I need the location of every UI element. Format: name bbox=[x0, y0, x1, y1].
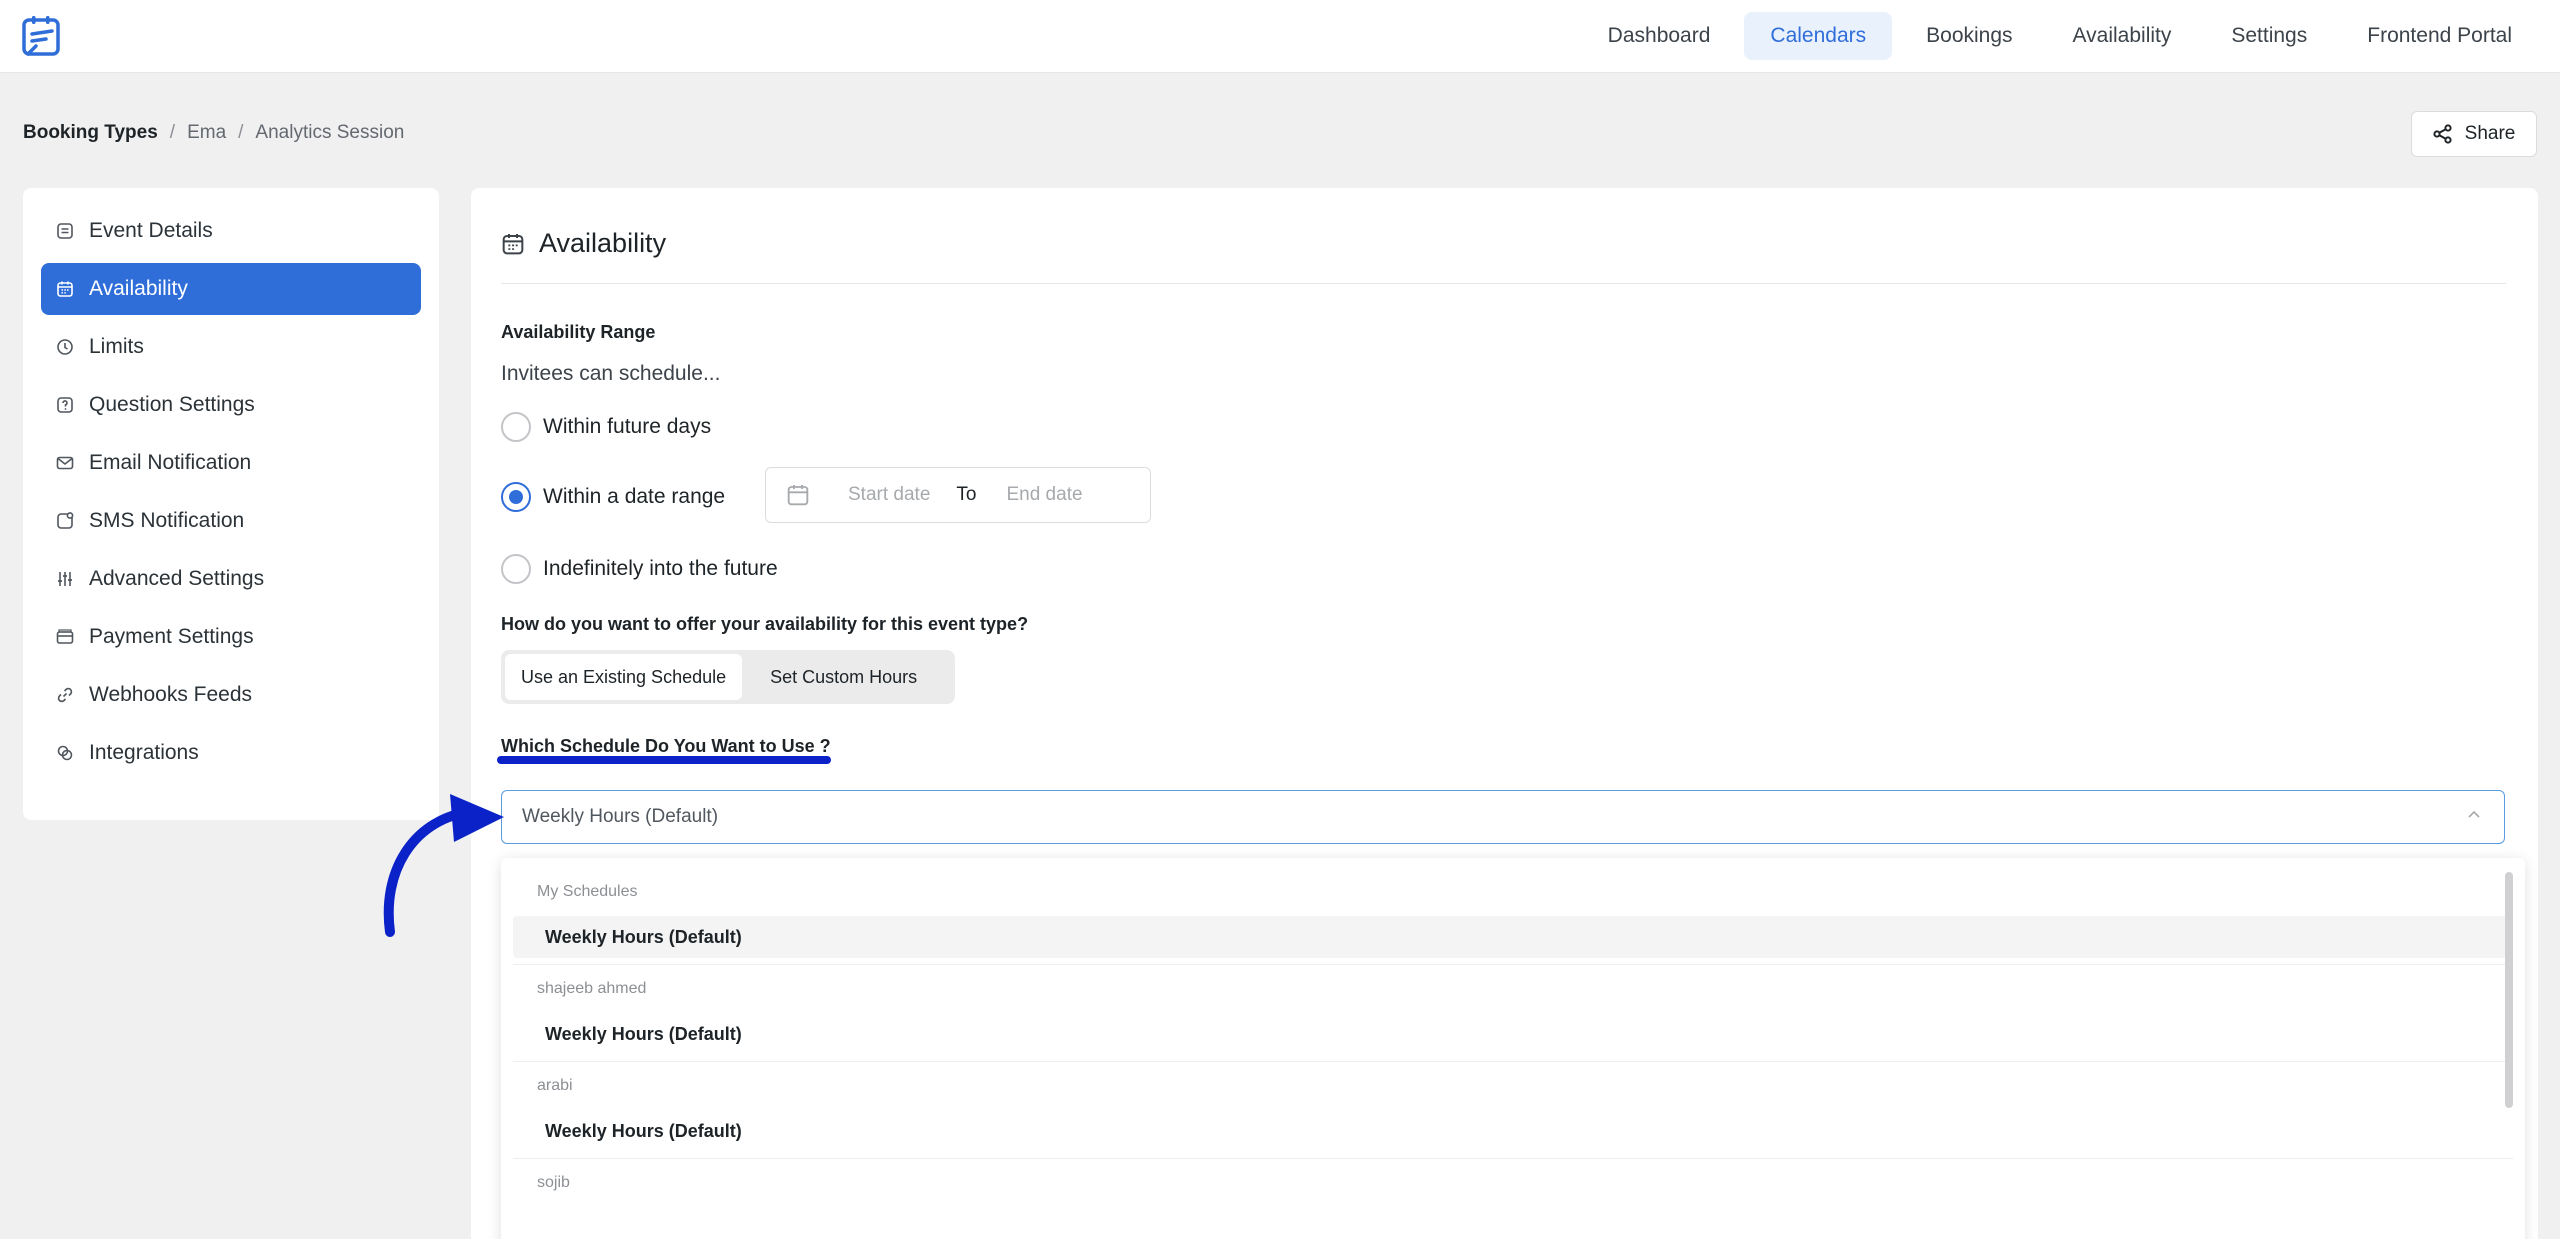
dropdown-scrollbar[interactable] bbox=[2505, 872, 2513, 1108]
nav-dashboard[interactable]: Dashboard bbox=[1582, 12, 1737, 60]
nav-settings[interactable]: Settings bbox=[2205, 12, 2333, 60]
schedule-select-value: Weekly Hours (Default) bbox=[522, 806, 719, 827]
sidebar-item-advanced-settings[interactable]: Advanced Settings bbox=[41, 553, 421, 605]
sliders-icon bbox=[55, 569, 75, 589]
sidebar-item-label: Email Notification bbox=[89, 451, 252, 474]
question-icon bbox=[55, 395, 75, 415]
share-button[interactable]: Share bbox=[2411, 111, 2537, 157]
sidebar-item-event-details[interactable]: Event Details bbox=[41, 205, 421, 257]
share-icon bbox=[2433, 124, 2452, 144]
set-custom-hours-button[interactable]: Set Custom Hours bbox=[742, 654, 933, 700]
sidebar-item-integrations[interactable]: Integrations bbox=[41, 727, 421, 779]
date-range-to: To bbox=[956, 484, 977, 505]
nav-availability[interactable]: Availability bbox=[2047, 12, 2198, 60]
sms-icon bbox=[55, 511, 75, 531]
payment-icon bbox=[55, 627, 75, 647]
invitees-text: Invitees can schedule... bbox=[501, 362, 721, 385]
availability-range-label: Availability Range bbox=[501, 322, 656, 342]
clock-icon bbox=[55, 337, 75, 357]
annotation-underline bbox=[497, 756, 831, 764]
offer-availability-question: How do you want to offer your availabili… bbox=[501, 614, 1029, 634]
sidebar-item-label: Event Details bbox=[89, 219, 213, 242]
breadcrumb-analytics-session: Analytics Session bbox=[255, 122, 405, 143]
sidebar-item-label: Advanced Settings bbox=[89, 567, 265, 590]
dropdown-group-label: arabi bbox=[537, 1077, 573, 1094]
end-date-input[interactable]: End date bbox=[1006, 484, 1082, 506]
main-nav: Dashboard Calendars Bookings Availabilit… bbox=[1582, 12, 2538, 60]
app-logo-icon[interactable] bbox=[22, 14, 64, 58]
sidebar-item-question-settings[interactable]: Question Settings bbox=[41, 379, 421, 431]
radio-button[interactable] bbox=[501, 412, 531, 442]
sidebar-item-label: Question Settings bbox=[89, 393, 255, 416]
share-label: Share bbox=[2464, 123, 2516, 144]
settings-sidebar: Event Details Availability Limits Questi… bbox=[23, 188, 439, 820]
breadcrumb-separator: / bbox=[238, 122, 244, 143]
sidebar-item-label: SMS Notification bbox=[89, 509, 245, 532]
radio-button[interactable] bbox=[501, 554, 531, 584]
sidebar-item-availability[interactable]: Availability bbox=[41, 263, 421, 315]
breadcrumb-ema[interactable]: Ema bbox=[187, 122, 226, 144]
dropdown-group-label: My Schedules bbox=[537, 883, 638, 900]
dropdown-option[interactable]: Weekly Hours (Default) bbox=[513, 916, 2513, 958]
schedule-mode-toggle: Use an Existing Schedule Set Custom Hour… bbox=[501, 650, 955, 704]
sidebar-item-email-notification[interactable]: Email Notification bbox=[41, 437, 421, 489]
date-range-picker[interactable]: Start date To End date bbox=[765, 467, 1151, 523]
radio-within-date-range[interactable]: Within a date range bbox=[501, 482, 725, 512]
sidebar-item-label: Webhooks Feeds bbox=[89, 683, 253, 706]
sidebar-item-label: Availability bbox=[89, 277, 188, 300]
calendar-icon bbox=[55, 279, 75, 299]
start-date-input[interactable]: Start date bbox=[848, 484, 930, 506]
radio-label: Indefinitely into the future bbox=[543, 557, 778, 580]
sidebar-item-limits[interactable]: Limits bbox=[41, 321, 421, 373]
page-title: Availability bbox=[501, 228, 666, 259]
sidebar-item-label: Limits bbox=[89, 335, 144, 358]
schedule-dropdown-menu: My Schedules Weekly Hours (Default) shaj… bbox=[501, 858, 2525, 1239]
integrations-icon bbox=[55, 743, 75, 763]
chevron-up-icon bbox=[2468, 810, 2480, 818]
annotation-arrow-icon bbox=[383, 794, 504, 937]
divider bbox=[501, 283, 2506, 284]
breadcrumb-separator: / bbox=[169, 122, 176, 143]
dropdown-option[interactable]: Weekly Hours (Default) bbox=[513, 1110, 2513, 1152]
radio-within-future-days[interactable]: Within future days bbox=[501, 412, 711, 442]
dropdown-group-label: sojib bbox=[537, 1174, 570, 1191]
breadcrumb-booking-types[interactable]: Booking Types bbox=[23, 122, 158, 144]
availability-panel: Availability Availability Range Invitees… bbox=[471, 188, 2538, 1239]
sidebar-item-label: Integrations bbox=[89, 741, 199, 764]
calendar-icon bbox=[502, 233, 524, 254]
sidebar-item-payment-settings[interactable]: Payment Settings bbox=[41, 611, 421, 663]
sidebar-item-webhooks-feeds[interactable]: Webhooks Feeds bbox=[41, 669, 421, 721]
calendar-icon bbox=[787, 485, 809, 506]
sidebar-item-label: Payment Settings bbox=[89, 625, 254, 648]
event-details-icon bbox=[55, 221, 75, 241]
nav-frontend-portal[interactable]: Frontend Portal bbox=[2341, 12, 2538, 60]
link-icon bbox=[55, 685, 75, 705]
breadcrumb: Booking Types / Ema / Analytics Session bbox=[23, 122, 404, 144]
radio-label: Within a date range bbox=[543, 485, 726, 508]
radio-indefinitely[interactable]: Indefinitely into the future bbox=[501, 554, 778, 584]
dropdown-group-label: shajeeb ahmed bbox=[537, 980, 647, 997]
page-title-text: Availability bbox=[539, 228, 667, 258]
nav-calendars[interactable]: Calendars bbox=[1744, 12, 1893, 60]
radio-button-checked[interactable] bbox=[501, 482, 531, 512]
use-existing-schedule-button[interactable]: Use an Existing Schedule bbox=[505, 654, 743, 700]
sidebar-item-sms-notification[interactable]: SMS Notification bbox=[41, 495, 421, 547]
nav-bookings[interactable]: Bookings bbox=[1900, 12, 2038, 60]
radio-label: Within future days bbox=[543, 415, 712, 438]
schedule-question: Which Schedule Do You Want to Use ? bbox=[501, 736, 831, 756]
schedule-select[interactable]: Weekly Hours (Default) bbox=[501, 790, 2505, 844]
top-navigation-bar: Dashboard Calendars Bookings Availabilit… bbox=[0, 0, 2560, 73]
dropdown-option[interactable]: Weekly Hours (Default) bbox=[513, 1013, 2513, 1055]
mail-icon bbox=[55, 453, 75, 473]
